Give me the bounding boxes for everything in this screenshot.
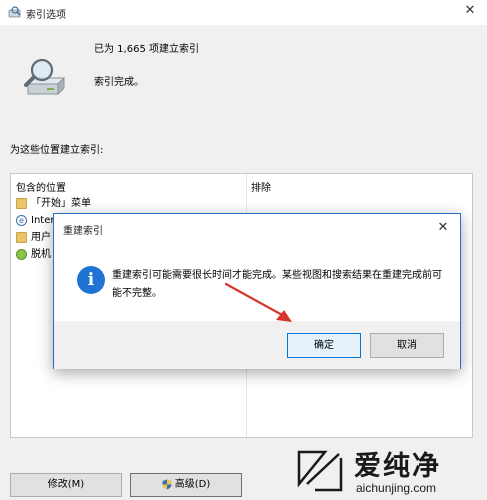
modify-button[interactable]: 修改(M) [10, 473, 122, 497]
title-bar: 索引选项 ✕ [0, 0, 487, 25]
list-item[interactable]: 「开始」菜单 [16, 196, 91, 212]
uac-shield-icon [162, 479, 172, 489]
watermark-logo-icon [297, 450, 343, 492]
drive-search-icon [24, 58, 66, 96]
internet-explorer-icon: e [16, 214, 27, 226]
dialog-title: 重建索引 [63, 226, 103, 237]
watermark-brand: 爱纯净 [354, 451, 441, 482]
column-header-excluded[interactable]: 排除 [251, 179, 271, 194]
locations-label: 为这些位置建立索引: [10, 145, 104, 156]
list-item-label: Inter [31, 215, 55, 226]
offline-files-icon [16, 248, 27, 260]
window-title: 索引选项 [26, 10, 66, 21]
watermark: 爱纯净 aichunjing.com [290, 440, 487, 500]
indexed-count-text: 已为 1,665 项建立索引 [94, 44, 199, 55]
dialog-button-bar: 确定 取消 [54, 321, 460, 369]
advanced-button-label: 高级(D) [174, 479, 211, 490]
watermark-url: aichunjing.com [356, 481, 437, 495]
indexing-options-icon [8, 6, 21, 18]
list-item-label: 「开始」菜单 [31, 198, 91, 209]
ok-button[interactable]: 确定 [287, 333, 361, 358]
dialog-close-icon[interactable]: ✕ [436, 219, 450, 237]
column-header-included[interactable]: 包含的位置 [16, 179, 66, 194]
advanced-button[interactable]: 高级(D) [130, 473, 242, 497]
indexing-options-window: 索引选项 ✕ 已为 1,665 项建立索引 索引完成。 为这些位置建立索引: 包… [0, 0, 487, 500]
list-item[interactable]: 脱机 [16, 247, 51, 263]
list-item-label: 用户 [31, 232, 51, 243]
list-item[interactable]: 用户 [16, 230, 51, 246]
close-icon[interactable]: ✕ [463, 3, 477, 19]
folder-icon [16, 231, 27, 243]
info-icon: i [77, 266, 105, 294]
dialog-title-bar: 重建索引 ✕ [54, 214, 460, 243]
list-item[interactable]: e Inter [16, 213, 54, 229]
index-status-text: 索引完成。 [94, 77, 144, 88]
red-arrow-annotation [224, 282, 292, 322]
cancel-button[interactable]: 取消 [370, 333, 444, 358]
folder-icon [16, 197, 27, 209]
list-item-label: 脱机 [31, 249, 51, 260]
